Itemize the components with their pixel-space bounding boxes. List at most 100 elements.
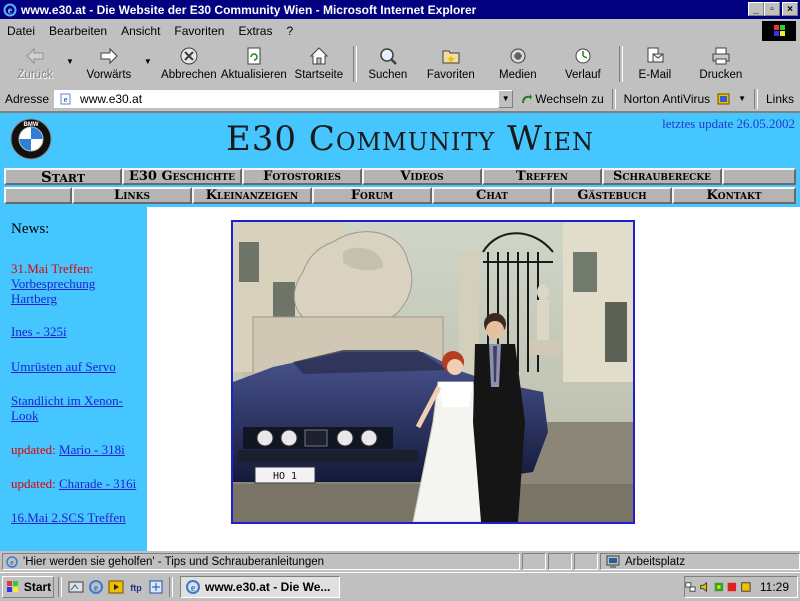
forward-dropdown-icon[interactable]: ▼ [144,57,152,66]
home-button[interactable]: Startseite [288,43,350,85]
nav-links[interactable]: Links [72,187,192,204]
standard-toolbar: Zurück ▼ Vorwärts ▼ Abbrechen Aktualisie… [0,43,800,87]
stop-button[interactable]: Abbrechen [158,43,220,85]
norton-dropdown-icon[interactable]: ▼ [738,94,746,103]
menu-help[interactable]: ? [279,24,300,38]
news-link-vorbesprechung[interactable]: Vorbesprechung Hartberg [11,276,95,306]
status-bar: e 'Hier werden sie geholfen' - Tips und … [0,552,800,571]
page-icon: e [60,93,71,104]
print-button[interactable]: Drucken [690,43,752,85]
norton-icon [717,93,730,104]
computer-icon [606,555,620,568]
menu-ansicht[interactable]: Ansicht [114,24,167,38]
app-tray-icon[interactable] [740,580,752,594]
site-header: BMW E30 Community Wien letztes update 26… [0,113,800,207]
taskbar: Start e ftp e www.e30.at - Die We... 11:… [0,572,800,601]
links-button[interactable]: Links [760,89,800,109]
nav-treffen[interactable]: Treffen [482,168,602,185]
system-tray: 11:29 [684,576,798,598]
bmw-logo[interactable]: BMW [10,118,52,160]
nav-spacer-right [722,168,796,185]
address-input[interactable]: e www.e30.at [54,89,499,108]
address-bar: Adresse e www.e30.at ▼ Wechseln zu Norto… [0,87,800,110]
svg-text:e: e [10,558,14,567]
nav-fotostories[interactable]: Fotostories [242,168,362,185]
address-dropdown-button[interactable]: ▼ [498,89,514,108]
news-link-mario[interactable]: Mario - 318i [59,442,125,457]
security-zone-panel: Arbeitsplatz [600,553,800,570]
taskbar-separator [169,577,173,597]
menu-extras[interactable]: Extras [231,24,279,38]
minimize-button[interactable]: _ [748,2,764,16]
refresh-button[interactable]: Aktualisieren [220,43,288,85]
media-button[interactable]: Medien [486,43,550,85]
menu-bar: Datei Bearbeiten Ansicht Favoriten Extra… [0,20,800,41]
close-button[interactable]: × [782,2,798,16]
news-item: Ines - 325i [11,324,141,339]
ftp-icon[interactable]: ftp [127,578,145,596]
forward-button[interactable]: Vorwärts [74,43,144,85]
nav-videos[interactable]: Videos [362,168,482,185]
news-item: updated: Charade - 316i [11,476,137,491]
nav-forum[interactable]: Forum [312,187,432,204]
news-link-servo[interactable]: Umrüsten auf Servo [11,359,116,374]
stop-icon [180,47,198,65]
history-button[interactable]: Verlauf [550,43,616,85]
page-loaded-icon: e [6,555,18,568]
news-link-ines[interactable]: Ines - 325i [11,324,67,339]
menu-datei[interactable]: Datei [0,24,42,38]
volume-icon[interactable] [699,580,711,594]
network-icon[interactable] [147,578,165,596]
svg-text:ftp: ftp [130,583,142,593]
news-link-charade[interactable]: Charade - 316i [59,476,136,491]
menu-bearbeiten[interactable]: Bearbeiten [42,24,114,38]
antivirus-tray-icon[interactable] [713,580,725,594]
security-zone: Arbeitsplatz [625,555,686,568]
history-icon [575,48,591,64]
taskbar-ie-window[interactable]: e www.e30.at - Die We... [180,576,340,598]
back-arrow-icon [26,47,44,65]
status-panel-empty [548,553,572,570]
network-tray-icon[interactable] [685,580,697,594]
status-panel-empty [574,553,598,570]
start-button[interactable]: Start [2,576,54,598]
svg-text:e: e [191,583,196,594]
ie-task-icon: e [186,580,200,594]
back-dropdown-icon[interactable]: ▼ [66,57,74,66]
show-desktop-icon[interactable] [67,578,85,596]
news-link-xenon[interactable]: Standlicht im Xenon-Look [11,393,123,423]
svg-text:e: e [94,583,99,594]
ie-quicklaunch-icon[interactable]: e [87,578,105,596]
nav-chat[interactable]: Chat [432,187,552,204]
alert-tray-icon[interactable] [726,580,738,594]
back-button[interactable]: Zurück [4,43,66,85]
favorites-button[interactable]: Favoriten [416,43,486,85]
media-icon [510,48,526,64]
go-button[interactable]: Wechseln zu [513,89,609,109]
license-plate: HO 1 [273,471,297,482]
news-item: 16.Mai 2.SCS Treffen [11,510,141,525]
window-title-bar[interactable]: e www.e30.at - Die Website der E30 Commu… [0,0,800,19]
news-link-scs-treffen[interactable]: 16.Mai 2.SCS Treffen [11,510,126,525]
nav-start[interactable]: Start [4,168,122,185]
refresh-icon [247,47,261,65]
nav-gaestebuch[interactable]: Gästebuch [552,187,672,204]
forward-arrow-icon [100,47,118,65]
media-player-icon[interactable] [107,578,125,596]
windows-start-icon [6,581,18,592]
news-sidebar: News: 31.Mai Treffen: Vorbesprechung Har… [0,207,147,551]
status-panel-empty [522,553,546,570]
nav-spacer-left [4,187,72,204]
featured-photo[interactable]: HO 1 [231,220,635,524]
browser-content: BMW E30 Community Wien letztes update 26… [0,111,800,551]
mail-button[interactable]: E-Mail [626,43,684,85]
nav-kontakt[interactable]: Kontakt [672,187,796,204]
search-button[interactable]: Suchen [360,43,416,85]
clock[interactable]: 11:29 [760,580,789,594]
menu-favoriten[interactable]: Favoriten [167,24,231,38]
nav-kleinanzeigen[interactable]: Kleinanzeigen [192,187,312,204]
nav-e30-geschichte[interactable]: E30 Geschichte [122,168,242,185]
norton-antivirus-button[interactable]: Norton AntiVirus ▼ [618,89,752,109]
maximize-button[interactable]: ▫ [764,2,780,16]
nav-schrauberecke[interactable]: Schrauberecke [602,168,722,185]
